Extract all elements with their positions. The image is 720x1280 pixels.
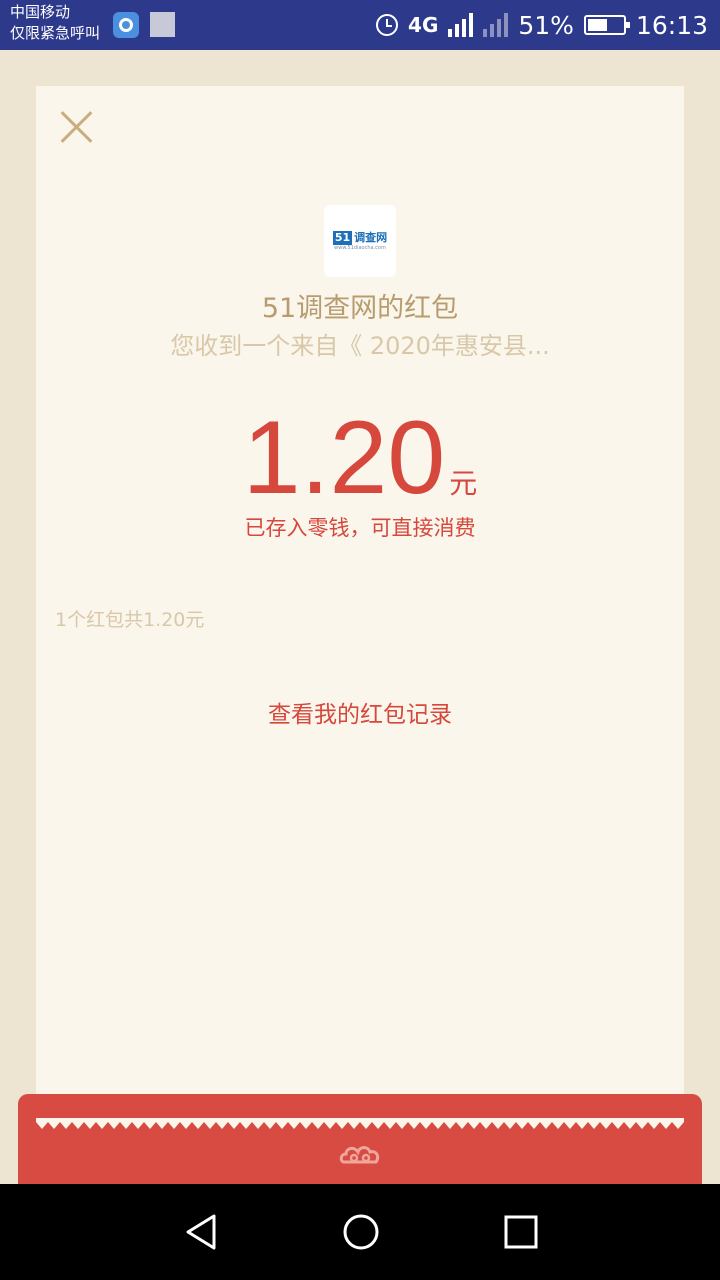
signal-icon	[448, 13, 474, 37]
amount-unit: 元	[449, 467, 478, 500]
packet-summary: 1个红包共1.20元	[55, 609, 205, 631]
packet-description: 您收到一个来自《 2020年惠安县...	[170, 332, 550, 360]
back-icon[interactable]	[182, 1212, 222, 1252]
status-icons: 4G 51% 16:13	[376, 0, 708, 50]
logo-name: 调查网	[354, 231, 388, 244]
gallery-icon	[150, 12, 175, 37]
logo-url: www.51diaocha.com	[334, 245, 386, 251]
network-4g-label: 4G	[408, 13, 439, 37]
view-records-link[interactable]: 查看我的红包记录	[0, 695, 720, 729]
amount-value: 1.20	[242, 400, 446, 516]
cloud-emblem-icon	[339, 1146, 380, 1164]
red-envelope-bottom	[18, 1094, 702, 1184]
logo-number: 51	[332, 231, 353, 245]
recents-icon[interactable]	[501, 1212, 541, 1252]
deposit-note: 已存入零钱，可直接消费	[244, 516, 476, 540]
serrated-edge	[36, 1118, 684, 1129]
carrier-info: 中国移动 仅限紧急呼叫	[10, 2, 100, 44]
battery-percent: 51%	[518, 10, 574, 40]
amount-display: 1.20 元	[0, 398, 720, 518]
battery-icon	[583, 15, 630, 35]
alarm-icon	[376, 14, 399, 36]
status-bar: 中国移动 仅限紧急呼叫 4G 51% 16:13	[0, 0, 720, 50]
close-icon[interactable]	[60, 110, 94, 144]
sender-title: 51调查网的红包	[261, 293, 459, 324]
clock: 16:13	[635, 10, 708, 40]
navigation-bar	[0, 1184, 720, 1280]
sender-logo: 51 调查网 www.51diaocha.com	[324, 205, 396, 277]
home-icon[interactable]	[341, 1212, 381, 1252]
no-signal-icon	[483, 13, 509, 37]
emergency-only-text: 仅限紧急呼叫	[10, 24, 101, 42]
carrier-name: 中国移动	[10, 3, 71, 21]
app-notification-icon	[113, 12, 139, 38]
